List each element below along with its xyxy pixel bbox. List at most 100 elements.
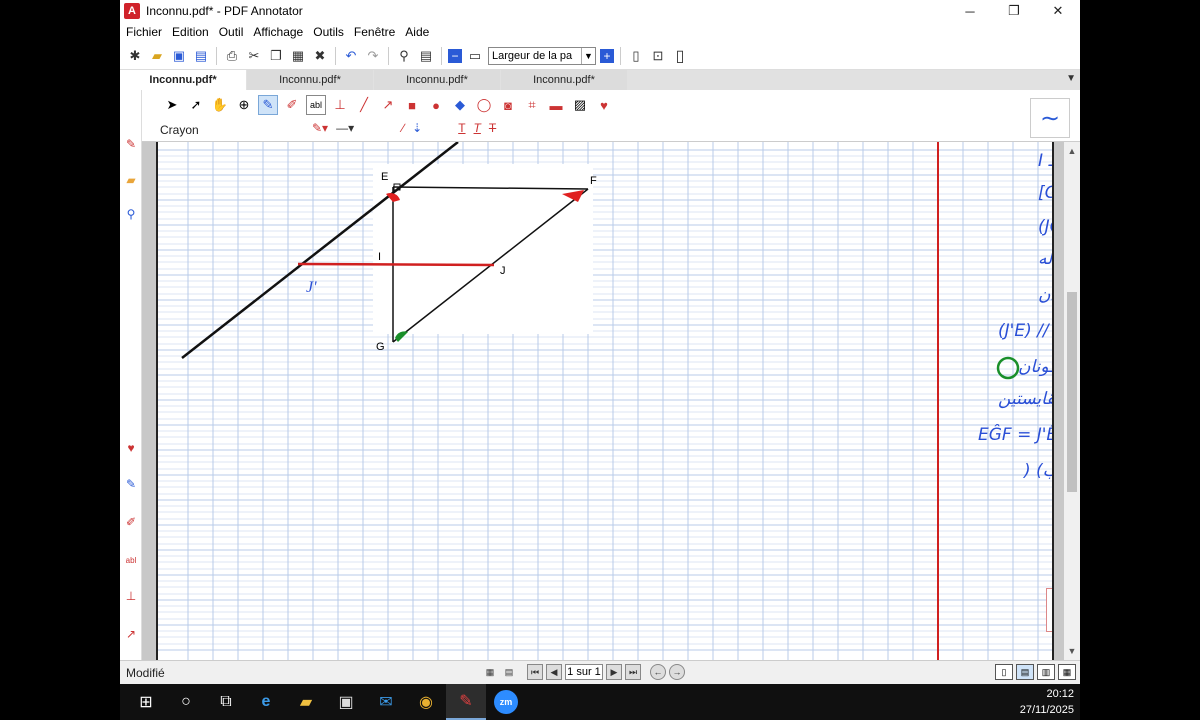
menu-affichage[interactable]: Affichage [253,25,303,39]
search-icon[interactable]: ○ [174,690,198,714]
rectangle-tool-icon[interactable]: ■ [402,95,422,115]
image-insert-icon[interactable]: ▨ [570,95,590,115]
store-icon[interactable]: ▣ [334,690,358,714]
redo-icon[interactable]: ↷ [364,47,382,65]
edge-browser-icon[interactable]: e [254,690,278,714]
cut-icon[interactable]: ✂ [245,47,263,65]
page-layout-icon[interactable]: ▤ [417,47,435,65]
tab-document-2[interactable]: Inconnu.pdf* [247,70,373,90]
two-page-view-icon[interactable]: ▥ [1037,664,1055,680]
last-page-icon[interactable]: ⏭ [625,664,641,680]
menu-edition[interactable]: Edition [172,25,209,39]
open-folder-icon[interactable]: ▰ [148,47,166,65]
textbox-favorite-icon[interactable]: abl [123,552,139,568]
select-text-icon[interactable]: ➚ [186,95,206,115]
ruler-icon[interactable]: ▬ [546,95,566,115]
text-bold-icon[interactable]: T [458,121,465,135]
first-page-icon[interactable]: ⏮ [527,664,543,680]
favorites-heart-icon[interactable]: ♥ [594,95,614,115]
two-page-continuous-view-icon[interactable]: ▦ [1058,664,1076,680]
mail-icon[interactable]: ✉ [374,690,398,714]
text-box-icon[interactable]: abl [306,95,326,115]
vertical-scrollbar[interactable]: ▲ ▼ [1064,142,1080,660]
select-arrow-icon[interactable]: ➤ [162,95,182,115]
windows-start-icon[interactable]: ⊞ [134,690,158,714]
insert-page-icon[interactable]: ▦ [482,664,498,680]
hand-raise-icon[interactable]: ✋ [1046,588,1052,632]
tab-document-1[interactable]: Inconnu.pdf* [120,70,246,90]
pdf-page[interactable]: E F I J G J' ١) ب) J' مناظرة J بالنسبة ل… [156,142,1054,660]
menu-fichier[interactable]: Fichier [126,25,162,39]
back-icon[interactable]: ← [650,664,666,680]
stamp-favorite-icon[interactable]: ⊥ [123,588,139,604]
fit-width-icon[interactable]: ▭ [466,47,484,65]
blank-page-icon[interactable]: ▯ [671,47,689,65]
highlighter-icon[interactable]: ✐ [282,95,302,115]
close-button[interactable]: ✕ [1036,0,1080,22]
find-icon[interactable]: ⚲ [395,47,413,65]
curve-style-icon[interactable]: ∕ [402,121,404,135]
paste-icon[interactable]: ▦ [289,47,307,65]
heart-favorite-icon[interactable]: ♥ [123,440,139,456]
maximize-button[interactable]: ❐ [992,0,1036,22]
save-icon[interactable]: ▣ [170,47,188,65]
new-document-icon[interactable]: ✱ [126,47,144,65]
task-view-icon[interactable]: ⧉ [214,690,238,714]
pen-tool-icon[interactable]: ✎ [258,95,278,115]
blue-pen-favorite-icon[interactable]: ✎ [123,476,139,492]
eraser-icon[interactable]: ◆ [450,95,470,115]
pen-color-icon[interactable]: ✎▾ [312,121,328,135]
menu-outils[interactable]: Outils [313,25,344,39]
minimize-button[interactable]: ─ [948,0,992,22]
next-page-icon[interactable]: ▶ [606,664,622,680]
pdf-annotator-task-icon[interactable]: ✎ [446,684,486,720]
ellipse-tool-icon[interactable]: ● [426,95,446,115]
zoom-app-icon[interactable]: zm [494,690,518,714]
crop-icon[interactable]: ⌗ [522,95,542,115]
print-icon[interactable]: ⎙ [223,47,241,65]
scroll-up-icon[interactable]: ▲ [1064,144,1080,158]
undo-icon[interactable]: ↶ [342,47,360,65]
zoom-out-icon[interactable]: − [448,48,462,63]
line-tool-icon[interactable]: ╱ [354,95,374,115]
save-as-icon[interactable]: ▤ [192,47,210,65]
system-clock[interactable]: 20:12 27/11/2025 [1020,686,1074,718]
copy-icon[interactable]: ❐ [267,47,285,65]
zoom-in-icon[interactable]: + [600,48,614,63]
previous-page-icon[interactable]: ◀ [546,664,562,680]
note-favorite-icon[interactable]: ▰ [123,172,139,188]
page-number-field[interactable]: 1 sur 1 [565,664,603,680]
scroll-thumb[interactable] [1067,292,1077,492]
line-width-icon[interactable]: —▾ [336,121,354,135]
camera-icon[interactable]: ◙ [498,95,518,115]
arrow-favorite-icon[interactable]: ↗ [123,626,139,642]
chrome-icon[interactable]: ◉ [414,690,438,714]
delete-icon[interactable]: ✖ [311,47,329,65]
menu-outil[interactable]: Outil [219,25,244,39]
file-explorer-icon[interactable]: ▰ [294,690,318,714]
highlighter-favorite-icon[interactable]: ✐ [123,514,139,530]
hand-tool-icon[interactable]: ✋ [210,95,230,115]
tab-document-3[interactable]: Inconnu.pdf* [374,70,500,90]
pen-favorite-icon[interactable]: ✎ [123,136,139,152]
page-settings-icon[interactable]: ▤ [501,664,517,680]
single-page-icon[interactable]: ▯ [627,47,645,65]
zoom-select[interactable]: Largeur de la pa ▼ [488,46,596,65]
scroll-down-icon[interactable]: ▼ [1064,644,1080,658]
single-page-view-icon[interactable]: ▯ [995,664,1013,680]
zoom-tool-icon[interactable]: ⊕ [234,95,254,115]
attachment-favorite-icon[interactable]: ⚲ [123,206,139,222]
tabs-menu-icon[interactable]: ▼ [1066,73,1076,84]
pen-pressure-icon[interactable]: ⇣ [412,121,422,135]
forward-icon[interactable]: → [669,664,685,680]
continuous-view-icon[interactable]: ▤ [1016,664,1034,680]
stamp-icon[interactable]: ⊥ [330,95,350,115]
text-italic-icon[interactable]: T [474,121,481,135]
tab-document-4[interactable]: Inconnu.pdf* [501,70,627,90]
menu-aide[interactable]: Aide [405,25,429,39]
menu-fenetre[interactable]: Fenêtre [354,25,395,39]
arrow-tool-icon[interactable]: ↗ [378,95,398,115]
text-strike-icon[interactable]: T [489,121,496,135]
fullscreen-icon[interactable]: ⊡ [649,47,667,65]
lasso-icon[interactable]: ◯ [474,95,494,115]
